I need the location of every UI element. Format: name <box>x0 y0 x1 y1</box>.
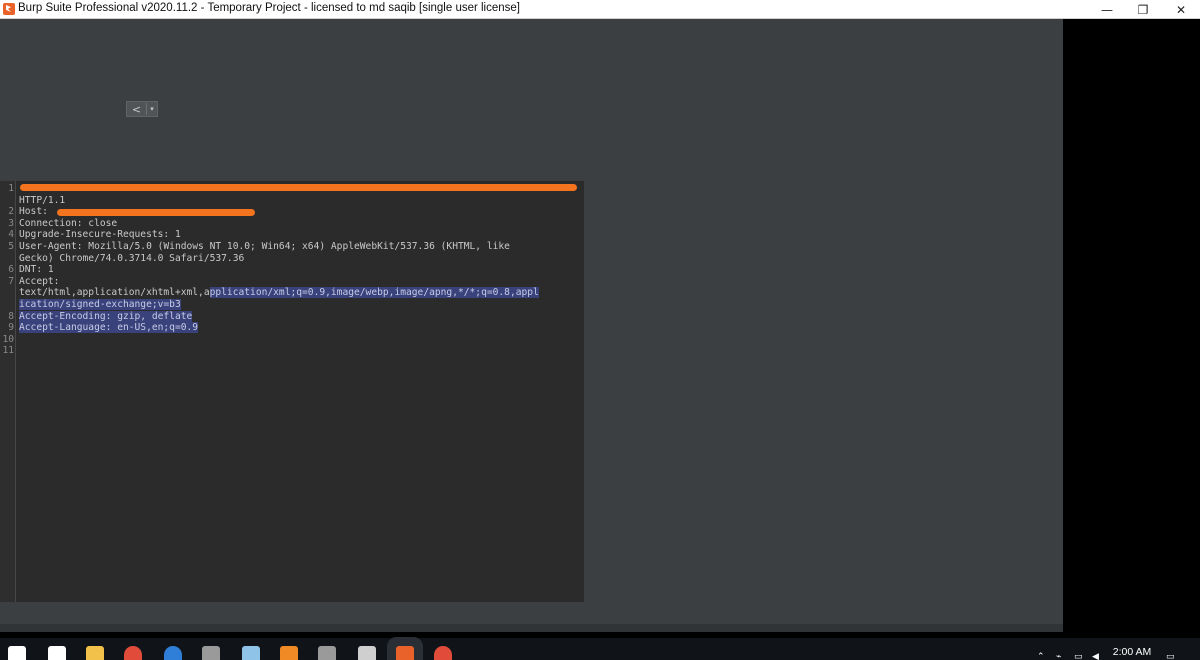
line-number: 5 <box>8 241 14 252</box>
line-text[interactable]: Gecko) Chrome/74.0.3714.0 Safari/537.36 <box>19 253 244 265</box>
code-line[interactable]: ication/signed-exchange;v=b3 <box>0 299 584 311</box>
code-line[interactable]: 8 Accept-Encoding: gzip, deflate <box>0 310 584 323</box>
chrome-canary-icon[interactable] <box>164 646 182 660</box>
line-number: 4 <box>8 229 14 241</box>
chrome-icon-2[interactable] <box>434 646 452 660</box>
notifications-icon[interactable]: ▭ <box>1166 652 1175 660</box>
chrome-icon[interactable] <box>124 646 142 660</box>
tray-chevron-icon[interactable]: ⌃ <box>1037 652 1045 660</box>
code-line[interactable]: HTTP/1.1 <box>0 195 584 207</box>
code-line[interactable]: 5 User-Agent: Mozilla/5.0 (Windows NT 10.… <box>0 241 584 253</box>
redaction-mark <box>20 184 577 191</box>
minimize-button[interactable]: — <box>1088 0 1126 19</box>
code-line[interactable]: 4 Upgrade-Insecure-Requests: 1 <box>0 229 584 241</box>
line-text[interactable]: HTTP/1.1 <box>19 195 65 207</box>
file-explorer-icon[interactable] <box>86 646 104 660</box>
code-line[interactable]: 11 <box>0 345 584 357</box>
line-number: 10 <box>2 333 14 345</box>
request-editor[interactable]: 1 HTTP/1.1 2 Host: 3 Connection: close 4 Upgra… <box>0 181 584 602</box>
burp-logo-icon <box>3 3 15 15</box>
burp-icon[interactable] <box>396 646 414 660</box>
code-line[interactable]: 3 Connection: close <box>0 218 584 230</box>
search-icon[interactable] <box>48 646 66 660</box>
selected-text[interactable]: pplication/xml;q=0.9,image/webp,image/ap… <box>209 287 539 299</box>
terminal-icon[interactable] <box>202 646 220 660</box>
line-text[interactable]: Upgrade-Insecure-Requests: 1 <box>19 229 181 241</box>
line-text[interactable]: Accept-Encoding: gzip, deflate <box>19 310 193 323</box>
line-text[interactable]: Connection: close <box>19 218 117 230</box>
console-icon[interactable] <box>318 646 336 660</box>
app-icon[interactable] <box>242 646 260 660</box>
code-line[interactable]: 7 Accept: <box>0 276 584 288</box>
line-text[interactable]: Host: <box>19 206 54 218</box>
line-number: 3 <box>8 217 14 229</box>
history-back-button[interactable]: < ▾ <box>126 101 158 117</box>
volume-icon[interactable]: ▭ <box>1074 652 1083 660</box>
line-text[interactable]: text/html,application/xhtml+xml,applicat… <box>19 287 539 299</box>
speaker-icon[interactable]: ◀ <box>1092 652 1099 660</box>
chevron-down-icon[interactable]: ▾ <box>147 105 157 113</box>
code-line[interactable]: 6 DNT: 1 <box>0 264 584 276</box>
restore-button[interactable]: ❐ <box>1124 0 1162 19</box>
line-number: 11 <box>2 345 14 357</box>
redaction-mark <box>57 209 255 216</box>
line-text[interactable]: Accept: <box>19 276 59 288</box>
selected-text[interactable]: Accept-Encoding: gzip, deflate <box>19 310 193 322</box>
code-line[interactable]: text/html,application/xhtml+xml,applicat… <box>0 287 584 299</box>
taskbar-clock[interactable]: 2:00 AM <box>1108 646 1156 658</box>
line-text[interactable]: Accept-Language: en-US,en;q=0.9 <box>19 322 199 334</box>
line-text[interactable]: ication/signed-exchange;v=b3 <box>19 299 181 311</box>
selected-text[interactable]: Accept-Language: en-US,en;q=0.9 <box>19 322 199 334</box>
selected-text[interactable]: ication/signed-exchange;v=b3 <box>19 299 181 310</box>
right-pane <box>1063 19 1200 638</box>
code-line[interactable]: 9 Accept-Language: en-US,en;q=0.9 <box>0 322 584 334</box>
code-line[interactable]: Gecko) Chrome/74.0.3714.0 Safari/537.36 <box>0 253 584 265</box>
code-line[interactable]: 10 <box>0 334 584 346</box>
close-button[interactable]: ✕ <box>1162 0 1200 19</box>
line-number: 8 <box>8 310 14 322</box>
line-number: 9 <box>8 322 14 334</box>
line-number: 7 <box>8 275 14 287</box>
line-text[interactable]: User-Agent: Mozilla/5.0 (Windows NT 10.0… <box>19 241 510 253</box>
title-bar: Burp Suite Professional v2020.11.2 - Tem… <box>0 0 1200 19</box>
network-icon[interactable]: ⌁ <box>1056 652 1061 660</box>
sublime-icon[interactable] <box>280 646 298 660</box>
line-text[interactable]: DNT: 1 <box>19 264 54 276</box>
back-arrow-icon[interactable]: < <box>127 103 146 116</box>
start-icon[interactable] <box>8 646 26 660</box>
window-title: Burp Suite Professional v2020.11.2 - Tem… <box>18 2 520 14</box>
line-number: 1 <box>8 183 14 194</box>
line-number: 2 <box>8 206 14 218</box>
line-number: 6 <box>8 264 14 276</box>
window-app-icon[interactable] <box>358 646 376 660</box>
